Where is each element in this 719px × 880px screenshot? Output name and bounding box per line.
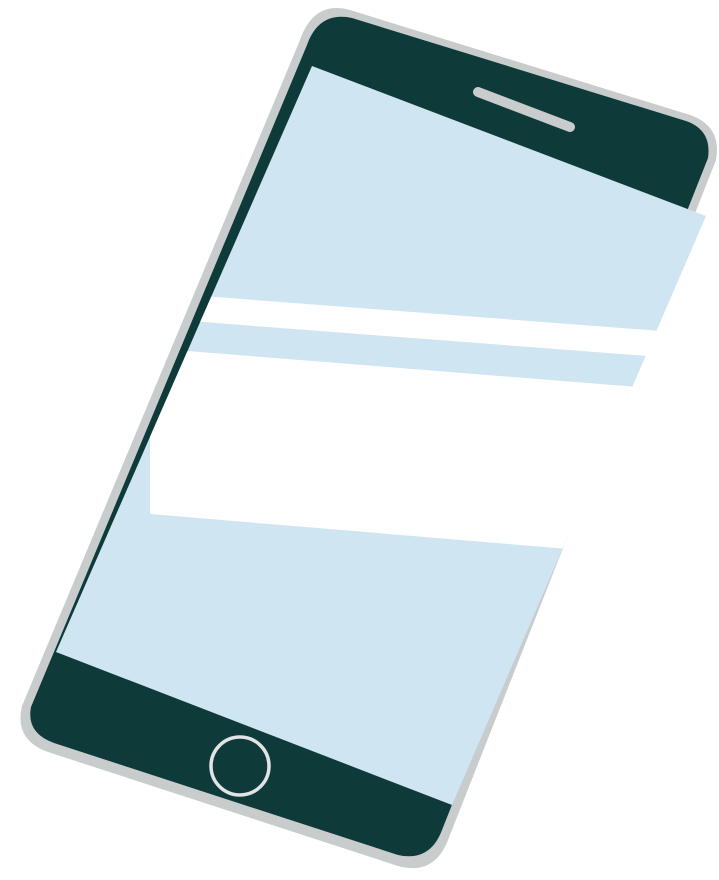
smartphone-illustration bbox=[20, 8, 717, 869]
